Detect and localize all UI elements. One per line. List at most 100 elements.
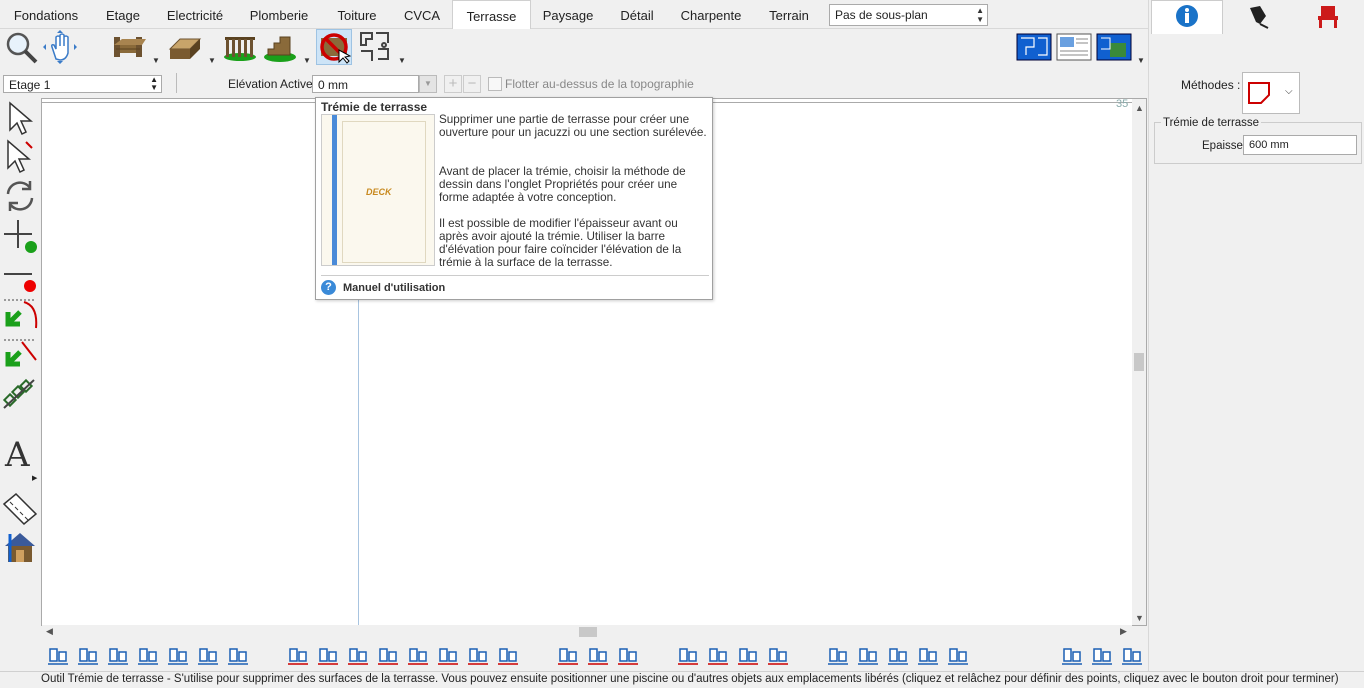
manual-link[interactable]: Manuel d'utilisation — [343, 282, 445, 294]
ruler-number: 35 — [1116, 98, 1129, 110]
info-tab[interactable] — [1151, 0, 1223, 34]
distribute-h-icon[interactable] — [287, 645, 309, 667]
tab-terrain[interactable]: Terrain — [754, 0, 824, 28]
methods-label: Méthodes : — [1181, 78, 1241, 92]
copy-icon[interactable] — [827, 645, 849, 667]
ruler-icon[interactable] — [2, 490, 38, 526]
tab-detail[interactable]: Détail — [606, 0, 668, 28]
center-x-icon[interactable] — [767, 645, 789, 667]
tab-paysage[interactable]: Paysage — [530, 0, 606, 28]
tooltip-paragraph-1: Supprimer une partie de terrasse pour cr… — [439, 113, 707, 139]
chevron-right-icon[interactable]: ▶ — [32, 474, 37, 482]
chevron-down-icon[interactable]: ▼ — [1137, 56, 1145, 65]
deck-icon[interactable] — [166, 29, 202, 65]
dimension-h-icon[interactable] — [377, 645, 399, 667]
chevron-down-icon[interactable]: ▼ — [398, 56, 406, 65]
main-toolbar: ▼ ▼ ▼ ▼ ▼ — [0, 29, 1148, 69]
deck-stairs-icon[interactable] — [110, 29, 146, 65]
rotate-icon[interactable] — [2, 178, 38, 214]
select-edit-icon[interactable] — [2, 138, 38, 174]
tab-cvca[interactable]: CVCA — [392, 0, 452, 28]
tab-electricite[interactable]: Electricité — [154, 0, 236, 28]
floor-select[interactable]: Etage 1 ▲ ▼ — [3, 75, 162, 93]
center-both-icon[interactable] — [137, 645, 159, 667]
thickness-input[interactable]: 600 mm — [1243, 135, 1357, 155]
pan-icon[interactable] — [42, 29, 78, 65]
mirror-top-icon[interactable] — [887, 645, 909, 667]
pen-icon[interactable] — [1222, 0, 1292, 33]
align-left-icon[interactable] — [47, 645, 69, 667]
resize-height-icon[interactable] — [677, 645, 699, 667]
site-view-icon[interactable] — [1096, 29, 1132, 65]
space-v-icon[interactable] — [497, 645, 519, 667]
subplan-select[interactable]: Pas de sous-plan ▲ ▼ — [829, 4, 988, 26]
spin-arrows-icon: ▲ ▼ — [976, 6, 984, 24]
tab-plomberie[interactable]: Plomberie — [236, 0, 322, 28]
minus-icon[interactable]: − — [463, 75, 481, 93]
page-view-icon[interactable] — [1056, 29, 1092, 65]
align-center-icon[interactable] — [77, 645, 99, 667]
chevron-down-icon[interactable]: ▼ — [208, 56, 216, 65]
stack-top-icon[interactable] — [407, 645, 429, 667]
chair-icon[interactable] — [1293, 0, 1363, 33]
float-checkbox[interactable] — [488, 77, 502, 91]
horizontal-scroll-thumb[interactable] — [579, 627, 597, 637]
railing-icon[interactable] — [222, 29, 258, 65]
stack-middle-icon[interactable] — [437, 645, 459, 667]
tab-charpente[interactable]: Charpente — [668, 0, 754, 28]
align-right-icon[interactable] — [107, 645, 129, 667]
mirror-left-icon[interactable] — [857, 645, 879, 667]
svg-text:A: A — [4, 435, 30, 470]
deck-cutout-icon[interactable] — [316, 29, 352, 65]
elevation-input[interactable]: 0 mm — [312, 75, 419, 93]
center-box-icon[interactable] — [707, 645, 729, 667]
tab-terrasse[interactable]: Terrasse — [452, 0, 531, 30]
tab-fondations[interactable]: Fondations — [0, 0, 92, 28]
vertical-scroll-thumb[interactable] — [1134, 353, 1144, 371]
frame-icon[interactable] — [1061, 645, 1083, 667]
fillet-icon[interactable] — [2, 298, 38, 334]
horizontal-scrollbar[interactable]: ◀ ▶ — [42, 625, 1132, 639]
chevron-down-icon[interactable]: ▼ — [303, 56, 311, 65]
break-line-icon[interactable] — [2, 258, 38, 294]
align-bottom-icon[interactable] — [227, 645, 249, 667]
align-middle-icon[interactable] — [197, 645, 219, 667]
text-icon[interactable]: A — [2, 434, 38, 475]
frame-inner-icon[interactable] — [1091, 645, 1113, 667]
fit-both-icon[interactable] — [617, 645, 639, 667]
stack-bottom-icon[interactable] — [467, 645, 489, 667]
elevation-dropdown-button[interactable]: ▼ — [419, 75, 437, 93]
tab-toiture[interactable]: Toiture — [322, 0, 392, 28]
fit-width-icon[interactable] — [557, 645, 579, 667]
help-icon: ? — [321, 280, 336, 295]
scroll-right-icon[interactable]: ▶ — [1120, 626, 1127, 637]
mirror-both-icon[interactable] — [917, 645, 939, 667]
scroll-down-icon[interactable]: ▼ — [1135, 613, 1144, 623]
scroll-left-icon[interactable]: ◀ — [46, 626, 53, 637]
tab-etage[interactable]: Etage — [92, 0, 154, 28]
method-select[interactable]: ⌵ — [1242, 72, 1300, 114]
vertical-scrollbar[interactable]: ▲ ▼ — [1132, 99, 1146, 625]
frame-outer-icon[interactable] — [1121, 645, 1143, 667]
elevation-value: 0 mm — [318, 78, 348, 92]
deck-steps-icon[interactable] — [262, 29, 298, 65]
house-icon[interactable] — [2, 530, 38, 566]
framing-icon[interactable] — [358, 29, 394, 65]
fit-height-icon[interactable] — [587, 645, 609, 667]
plus-icon[interactable]: + — [444, 75, 462, 93]
select-arrow-icon[interactable] — [2, 100, 38, 136]
center-plus-icon[interactable] — [737, 645, 759, 667]
chamfer-icon[interactable] — [2, 338, 38, 374]
plan-view-icon[interactable] — [1016, 29, 1052, 65]
mirror-bottom-icon[interactable] — [947, 645, 969, 667]
zoom-icon[interactable] — [3, 29, 39, 65]
align-top-icon[interactable] — [167, 645, 189, 667]
tooltip-preview-image: DECK — [321, 114, 435, 266]
group-label: Trémie de terrasse — [1161, 117, 1262, 129]
distribute-v-icon[interactable] — [317, 645, 339, 667]
dimension-chain-icon[interactable] — [2, 378, 38, 414]
space-h-icon[interactable] — [347, 645, 369, 667]
scroll-up-icon[interactable]: ▲ — [1135, 103, 1144, 113]
add-point-icon[interactable] — [2, 218, 38, 254]
chevron-down-icon[interactable]: ▼ — [152, 56, 160, 65]
